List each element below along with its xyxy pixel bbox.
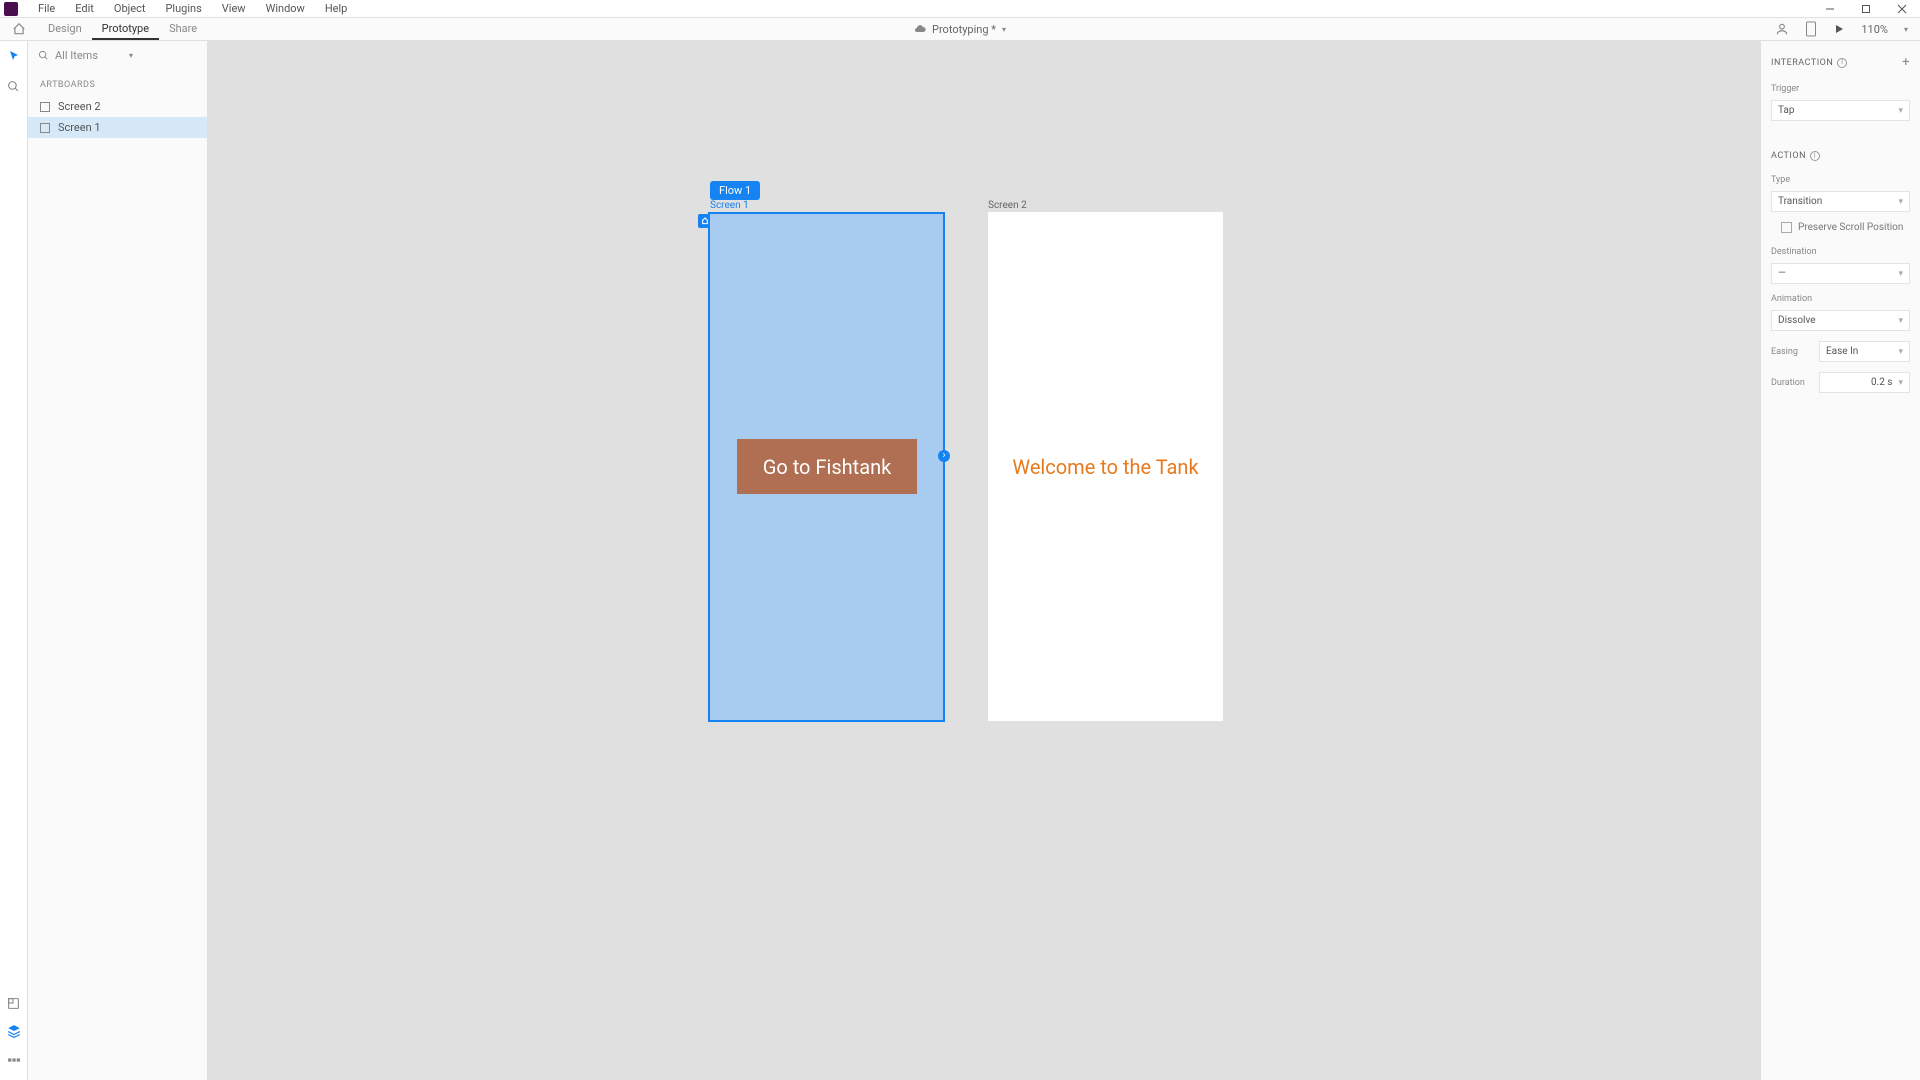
layers-panel: All Items ▾ ARTBOARDS Screen 2 Screen 1 [28,41,208,1080]
cloud-icon [914,23,926,35]
chevron-down-icon: ▾ [1898,316,1903,326]
animation-label: Animation [1771,294,1910,304]
menu-help[interactable]: Help [315,0,358,17]
home-icon [12,22,26,36]
trigger-select[interactable]: Tap▾ [1771,100,1910,121]
mobile-icon[interactable] [1805,21,1817,37]
chevron-down-icon: ▾ [1002,25,1006,34]
menu-edit[interactable]: Edit [65,0,104,17]
home-button[interactable] [8,18,30,40]
tab-prototype[interactable]: Prototype [92,18,159,40]
zoom-tool[interactable] [7,79,21,93]
preserve-scroll-checkbox[interactable] [1781,222,1792,233]
destination-label: Destination [1771,247,1910,257]
chevron-down-icon: ▾ [1898,347,1903,357]
destination-select[interactable]: —▾ [1771,263,1910,284]
type-select[interactable]: Transition▾ [1771,191,1910,212]
artboard-2-label[interactable]: Screen 2 [988,200,1027,211]
chevron-down-icon[interactable]: ▾ [1904,25,1908,34]
chevron-down-icon: ▾ [1898,106,1903,116]
tab-share[interactable]: Share [159,18,207,40]
menu-object[interactable]: Object [104,0,156,17]
animation-select[interactable]: Dissolve▾ [1771,310,1910,331]
play-icon[interactable] [1833,23,1845,35]
duration-label: Duration [1771,378,1811,388]
close-button[interactable] [1884,0,1920,18]
layer-item-screen-1[interactable]: Screen 1 [28,117,207,138]
mode-tabs: Design Prototype Share [38,18,207,40]
flow-badge[interactable]: Flow 1 [710,181,760,200]
canvas[interactable]: Flow 1 Screen 1 Go to Fishtank Screen 2 … [208,41,1760,1080]
minimize-button[interactable] [1812,0,1848,18]
invite-icon[interactable] [1775,22,1789,36]
type-label: Type [1771,175,1910,185]
preserve-scroll-row[interactable]: Preserve Scroll Position [1771,218,1910,237]
tabbar-right: 110% ▾ [1775,21,1920,37]
search-icon [7,80,20,93]
menubar: File Edit Object Plugins View Window Hel… [0,0,1920,18]
main: All Items ▾ ARTBOARDS Screen 2 Screen 1 … [0,41,1920,1080]
select-tool[interactable] [7,49,21,63]
layer-item-screen-2[interactable]: Screen 2 [28,96,207,117]
chevron-down-icon: ▾ [1898,378,1903,388]
menu-plugins[interactable]: Plugins [155,0,211,17]
preserve-scroll-label: Preserve Scroll Position [1798,222,1903,233]
search-icon [38,50,49,61]
layers-filter[interactable]: All Items ▾ [28,41,207,70]
action-header: ACTION i [1771,145,1910,165]
window-controls [1812,0,1920,18]
go-to-fishtank-button[interactable]: Go to Fishtank [737,439,917,494]
chevron-down-icon: ▾ [1898,269,1903,279]
maximize-button[interactable] [1848,0,1884,18]
document-title[interactable]: Prototyping * ▾ [914,23,1006,36]
artboard-icon [40,123,50,133]
add-interaction-button[interactable]: + [1902,55,1910,70]
plugins-icon[interactable] [7,1052,21,1066]
duration-field[interactable]: 0.2 s▾ [1819,372,1910,393]
info-icon[interactable]: i [1837,58,1847,68]
welcome-text: Welcome to the Tank [1008,455,1203,479]
chevron-down-icon: ▾ [129,51,197,60]
libraries-icon[interactable] [7,996,21,1010]
tab-design[interactable]: Design [38,18,92,40]
app-icon [4,2,18,16]
layer-label: Screen 2 [58,100,101,113]
info-icon[interactable]: i [1810,151,1820,161]
artboard-1-label[interactable]: Screen 1 [710,200,749,211]
chevron-down-icon: ▾ [1898,197,1903,207]
menu-file[interactable]: File [28,0,65,17]
menu-window[interactable]: Window [256,0,315,17]
menu-view[interactable]: View [212,0,256,17]
artboard-icon [40,102,50,112]
easing-label: Easing [1771,347,1811,357]
filter-label: All Items [55,49,123,62]
tool-rail [0,41,28,1080]
prototype-connector-handle[interactable] [938,450,950,462]
trigger-label: Trigger [1771,84,1910,94]
layers-icon[interactable] [7,1024,21,1038]
zoom-value[interactable]: 110% [1861,23,1888,36]
layer-label: Screen 1 [58,121,101,134]
interaction-header: INTERACTION i + [1771,49,1910,74]
document-name: Prototyping * [932,23,996,36]
tabbar: Design Prototype Share Prototyping * ▾ 1… [0,18,1920,41]
easing-select[interactable]: Ease In▾ [1819,341,1910,362]
pointer-icon [8,50,20,62]
artboards-header: ARTBOARDS [28,74,207,96]
properties-panel: INTERACTION i + Trigger Tap▾ ACTION i Ty… [1760,41,1920,1080]
